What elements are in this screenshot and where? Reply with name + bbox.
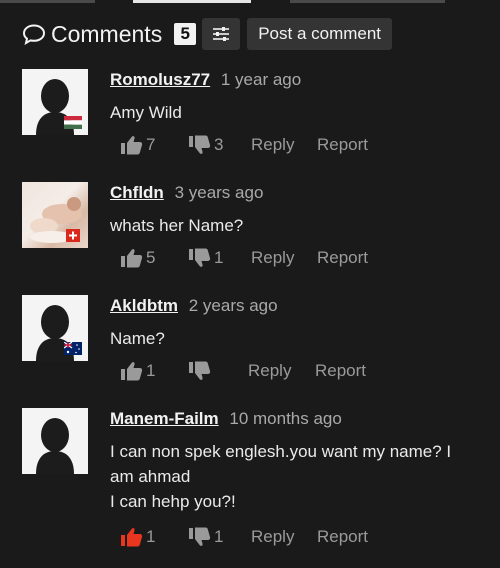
thumbs-up-icon — [121, 362, 143, 381]
like-button[interactable]: 7 — [121, 133, 155, 157]
dislike-count: 1 — [214, 527, 224, 546]
dislike-button[interactable]: 1 — [189, 525, 223, 549]
thumbs-down-icon — [189, 361, 211, 380]
comment-text: I can non spek englesh.you want my name?… — [110, 442, 452, 486]
thumbs-down-icon — [189, 135, 211, 154]
tab-indicator-active — [133, 0, 251, 3]
australia-flag-icon — [64, 342, 82, 355]
reply-button[interactable]: Reply — [251, 133, 294, 157]
like-count: 1 — [146, 361, 156, 380]
like-button[interactable]: 1 — [121, 359, 155, 383]
comment-bubble-icon — [22, 24, 46, 45]
like-button[interactable]: 5 — [121, 246, 155, 270]
like-count: 5 — [146, 248, 156, 267]
like-count: 1 — [146, 527, 156, 546]
comment-count-badge: 5 — [174, 23, 197, 45]
comment-timestamp: 1 year ago — [220, 70, 302, 89]
dislike-button[interactable]: 1 — [189, 246, 223, 270]
dislike-button[interactable]: 3 — [189, 133, 223, 157]
reply-button[interactable]: Reply — [251, 246, 294, 270]
like-button-active[interactable]: 1 — [121, 525, 155, 549]
comment-timestamp: 3 years ago — [174, 183, 264, 202]
comment-text-line2: I can hehp you?! — [110, 492, 236, 511]
avatar[interactable] — [22, 182, 88, 248]
tab-indicator — [0, 0, 95, 3]
thumbs-up-icon — [121, 528, 143, 547]
comment-username[interactable]: Romolusz77 — [110, 70, 210, 89]
comment-text: whats her Name? — [110, 216, 244, 235]
dislike-count: 3 — [214, 135, 224, 154]
reply-button[interactable]: Reply — [248, 359, 291, 383]
comments-header: Comments 5 Post a comment — [22, 17, 500, 51]
report-button[interactable]: Report — [317, 525, 368, 549]
report-button[interactable]: Report — [317, 246, 368, 270]
comment-timestamp: 10 months ago — [229, 409, 342, 428]
switzerland-flag-icon — [66, 229, 80, 242]
reply-button[interactable]: Reply — [251, 525, 294, 549]
thumbs-down-icon — [189, 248, 211, 267]
like-count: 7 — [146, 135, 156, 154]
avatar[interactable] — [22, 408, 88, 474]
report-button[interactable]: Report — [317, 133, 368, 157]
report-button[interactable]: Report — [315, 359, 366, 383]
avatar[interactable] — [22, 295, 88, 361]
comment-username[interactable]: Akldbtm — [110, 296, 178, 315]
comment-text: Name? — [110, 329, 165, 348]
thumbs-down-icon — [189, 527, 211, 546]
dislike-count: 1 — [214, 248, 224, 267]
comments-title: Comments — [51, 20, 163, 47]
top-tab-strip — [0, 0, 500, 3]
comment-text: Amy Wild — [110, 103, 182, 122]
avatar[interactable] — [22, 69, 88, 135]
thumbs-up-icon — [121, 249, 143, 268]
comment-username[interactable]: Manem-Failm — [110, 409, 219, 428]
tab-indicator — [290, 0, 445, 3]
post-comment-button[interactable]: Post a comment — [247, 18, 393, 50]
user-silhouette-icon — [36, 418, 74, 474]
dislike-button[interactable] — [189, 359, 214, 383]
thumbs-up-icon — [121, 136, 143, 155]
filter-button[interactable] — [202, 18, 241, 50]
comment-username[interactable]: Chfldn — [110, 183, 164, 202]
sliders-icon — [213, 27, 230, 41]
hungary-flag-icon — [64, 116, 82, 129]
comment-timestamp: 2 years ago — [188, 296, 278, 315]
